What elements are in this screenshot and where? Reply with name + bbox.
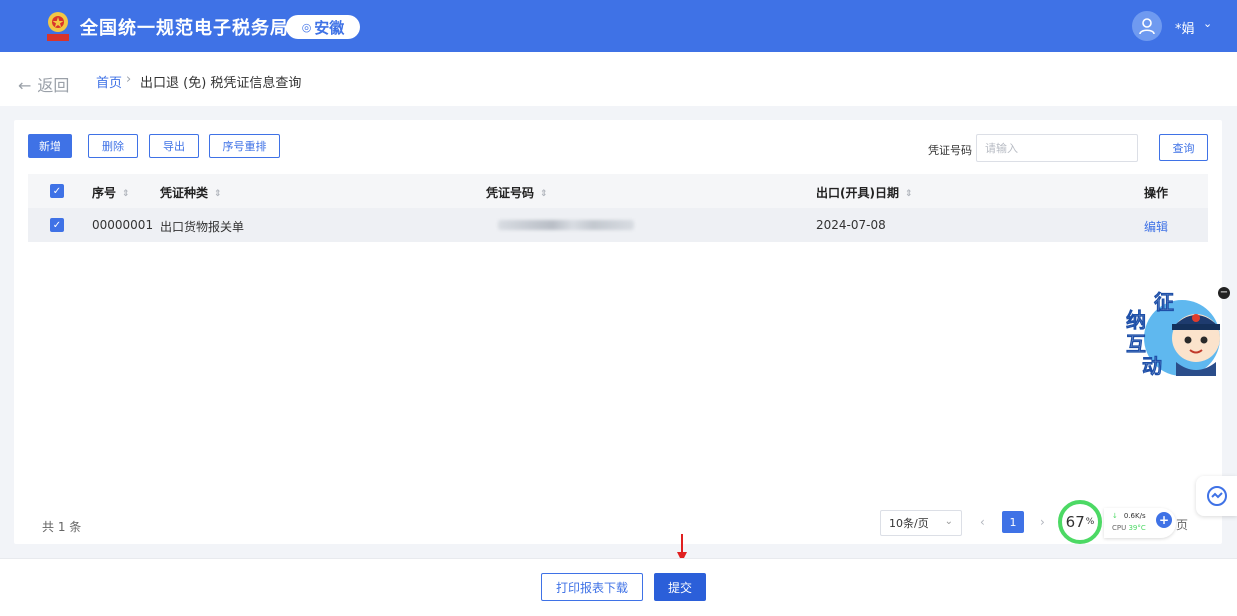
voucher-list-card: 新增 删除 导出 序号重排 凭证号码 查询 ✓ 序号⇕ 凭证种类⇕ 凭证号码⇕ … (14, 120, 1222, 544)
assistant-char-4: 动 (1142, 354, 1163, 379)
chevron-down-icon[interactable]: ⌄ (1203, 17, 1212, 30)
sort-icon[interactable]: ⇕ (214, 189, 222, 199)
perf-value: 67 (1065, 513, 1085, 531)
page-1-button[interactable]: 1 (1002, 511, 1024, 533)
sort-icon[interactable]: ⇕ (540, 189, 548, 199)
prev-page-button[interactable]: ‹ (980, 515, 985, 529)
breadcrumb-current: 出口退 (免) 税凭证信息查询 (140, 76, 302, 91)
refresh-circle-icon (1206, 486, 1227, 506)
perf-unit: % (1085, 517, 1095, 527)
breadcrumb-separator: › (126, 72, 132, 87)
back-button[interactable]: ← 返回 (18, 72, 69, 96)
voucher-number-label: 凭证号码 (928, 144, 972, 157)
next-page-button[interactable]: › (1040, 515, 1045, 529)
submit-button[interactable]: 提交 (654, 573, 706, 601)
table-row: ✓ 00000001 出口货物报关单 2024-07-08 编辑 (28, 208, 1208, 242)
row-export-date: 2024-07-08 (816, 218, 886, 232)
site-title: 全国统一规范电子税务局 (80, 18, 289, 39)
sort-icon[interactable]: ⇕ (122, 189, 130, 199)
row-voucher-number-redacted (498, 220, 634, 230)
user-avatar[interactable] (1132, 11, 1162, 41)
page-size-value: 10条/页 (889, 517, 929, 530)
total-count: 共 1 条 (42, 520, 82, 534)
reorder-button[interactable]: 序号重排 (209, 134, 280, 158)
column-header-action: 操作 (1144, 186, 1169, 200)
row-seq: 00000001 (92, 218, 154, 232)
performance-monitor-widget[interactable]: 67% ↓ 0.6K/s CPU 39°C + (1058, 500, 1178, 544)
breadcrumb-home-link[interactable]: 首页 (96, 72, 122, 91)
select-all-checkbox[interactable]: ✓ (50, 184, 64, 198)
footer-bar: 打印报表下载 提交 (0, 558, 1237, 616)
print-download-button[interactable]: 打印报表下载 (541, 573, 643, 601)
row-edit-link[interactable]: 编辑 (1144, 218, 1168, 235)
assistant-close-icon[interactable]: − (1218, 287, 1230, 299)
user-name[interactable]: *娟 (1175, 18, 1195, 37)
arrow-left-icon: ← (18, 76, 32, 95)
region-label: 安徽 (314, 18, 345, 37)
performance-ring: 67% (1058, 500, 1102, 544)
plus-icon[interactable]: + (1156, 512, 1172, 528)
download-arrow-icon: ↓ (1112, 512, 1118, 520)
chevron-down-icon: ⌄ (944, 516, 953, 527)
region-selector[interactable]: ◎ 安徽 (286, 15, 360, 39)
query-button[interactable]: 查询 (1159, 134, 1208, 161)
voucher-number-input[interactable] (976, 134, 1138, 162)
top-header: 全国统一规范电子税务局 ◎ 安徽 *娟 ⌄ (0, 0, 1237, 52)
net-speed: 0.6K/s (1123, 512, 1146, 520)
delete-button[interactable]: 删除 (88, 134, 138, 158)
back-label: 返回 (37, 76, 70, 95)
row-voucher-type: 出口货物报关单 (160, 220, 245, 234)
sort-icon[interactable]: ⇕ (905, 189, 913, 199)
cpu-temp: 39°C (1128, 524, 1146, 532)
tax-emblem-icon (47, 12, 69, 41)
side-float-button[interactable] (1196, 476, 1237, 516)
add-button[interactable]: 新增 (28, 134, 72, 158)
column-header-seq[interactable]: 序号 ⇕ (92, 184, 130, 201)
row-checkbox[interactable]: ✓ (50, 218, 64, 232)
assistant-char-1: 征 (1154, 290, 1175, 315)
cpu-label: CPU (1112, 524, 1127, 532)
column-header-date[interactable]: 出口(开具)日期 ⇕ (816, 184, 913, 201)
column-header-type[interactable]: 凭证种类 ⇕ (160, 184, 222, 201)
breadcrumb-bar: ← 返回 首页 › 出口退 (免) 税凭证信息查询 (0, 52, 1237, 106)
export-button[interactable]: 导出 (149, 134, 199, 158)
table-header: ✓ 序号 ⇕ 凭证种类 ⇕ 凭证号码 ⇕ 出口(开具)日期 ⇕ 操作 (28, 174, 1208, 208)
column-header-voucher-no[interactable]: 凭证号码 ⇕ (486, 184, 548, 201)
user-icon (1139, 18, 1155, 35)
location-pin-icon: ◎ (301, 20, 312, 34)
page-size-select[interactable]: 10条/页 ⌄ (880, 510, 962, 536)
